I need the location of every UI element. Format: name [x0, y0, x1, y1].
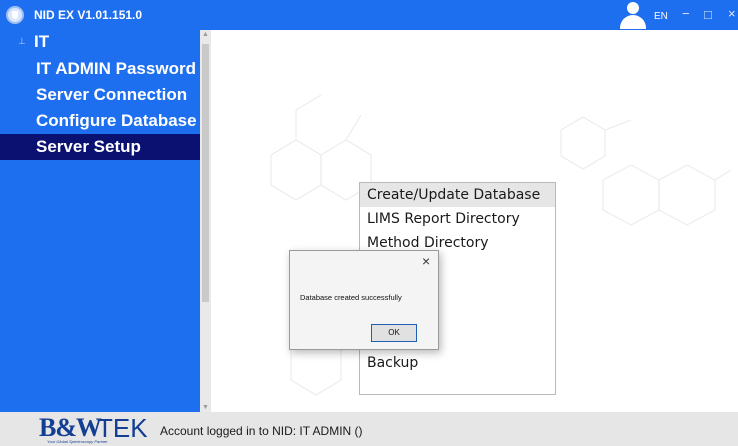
app-shield-icon — [6, 6, 24, 24]
menu-item-lims-report-directory[interactable]: LIMS Report Directory — [360, 207, 555, 231]
scroll-up-icon[interactable]: ▲ — [202, 31, 209, 38]
sidebar-item-server-setup[interactable]: Server Setup — [0, 134, 200, 160]
dialog-message: Database created successfully — [300, 293, 402, 302]
sidebar-root-it[interactable]: IT — [34, 32, 49, 52]
scroll-thumb[interactable] — [202, 44, 209, 302]
window-title: NID EX V1.01.151.0 — [34, 8, 143, 22]
minimize-icon[interactable]: − — [682, 4, 690, 24]
ok-button[interactable]: OK — [371, 324, 417, 342]
close-icon[interactable]: × — [728, 4, 736, 24]
sidebar-item-configure-database[interactable]: Configure Database — [30, 108, 200, 134]
sidebar-scrollbar[interactable]: ▲ ▼ — [200, 30, 211, 412]
dialog-close-icon[interactable]: × — [422, 253, 430, 269]
sidebar: ⊥ IT IT ADMIN Password Server Connection… — [0, 30, 200, 412]
tree-collapse-icon[interactable]: ⊥ — [18, 36, 26, 47]
maximize-icon[interactable]: □ — [704, 5, 712, 25]
menu-item-backup[interactable]: Backup — [360, 351, 555, 375]
sidebar-item-server-connection[interactable]: Server Connection — [30, 82, 200, 108]
title-bar: NID EX V1.01.151.0 EN − □ × — [0, 0, 738, 30]
status-bar: B&W TEK Your Global Spectroscopy Partner… — [0, 412, 738, 446]
scroll-down-icon[interactable]: ▼ — [202, 404, 209, 411]
main-content: Create/Update Database LIMS Report Direc… — [211, 30, 738, 412]
login-status-text: Account logged in to NID: IT ADMIN () — [160, 424, 363, 438]
user-icon[interactable] — [620, 2, 646, 30]
bwtek-logo: B&W TEK Your Global Spectroscopy Partner — [39, 413, 148, 444]
sidebar-item-it-admin-password[interactable]: IT ADMIN Password — [30, 56, 200, 82]
language-selector[interactable]: EN — [654, 11, 668, 22]
success-dialog: × Database created successfully OK — [289, 250, 439, 350]
menu-item-create-update-database[interactable]: Create/Update Database — [360, 183, 555, 207]
